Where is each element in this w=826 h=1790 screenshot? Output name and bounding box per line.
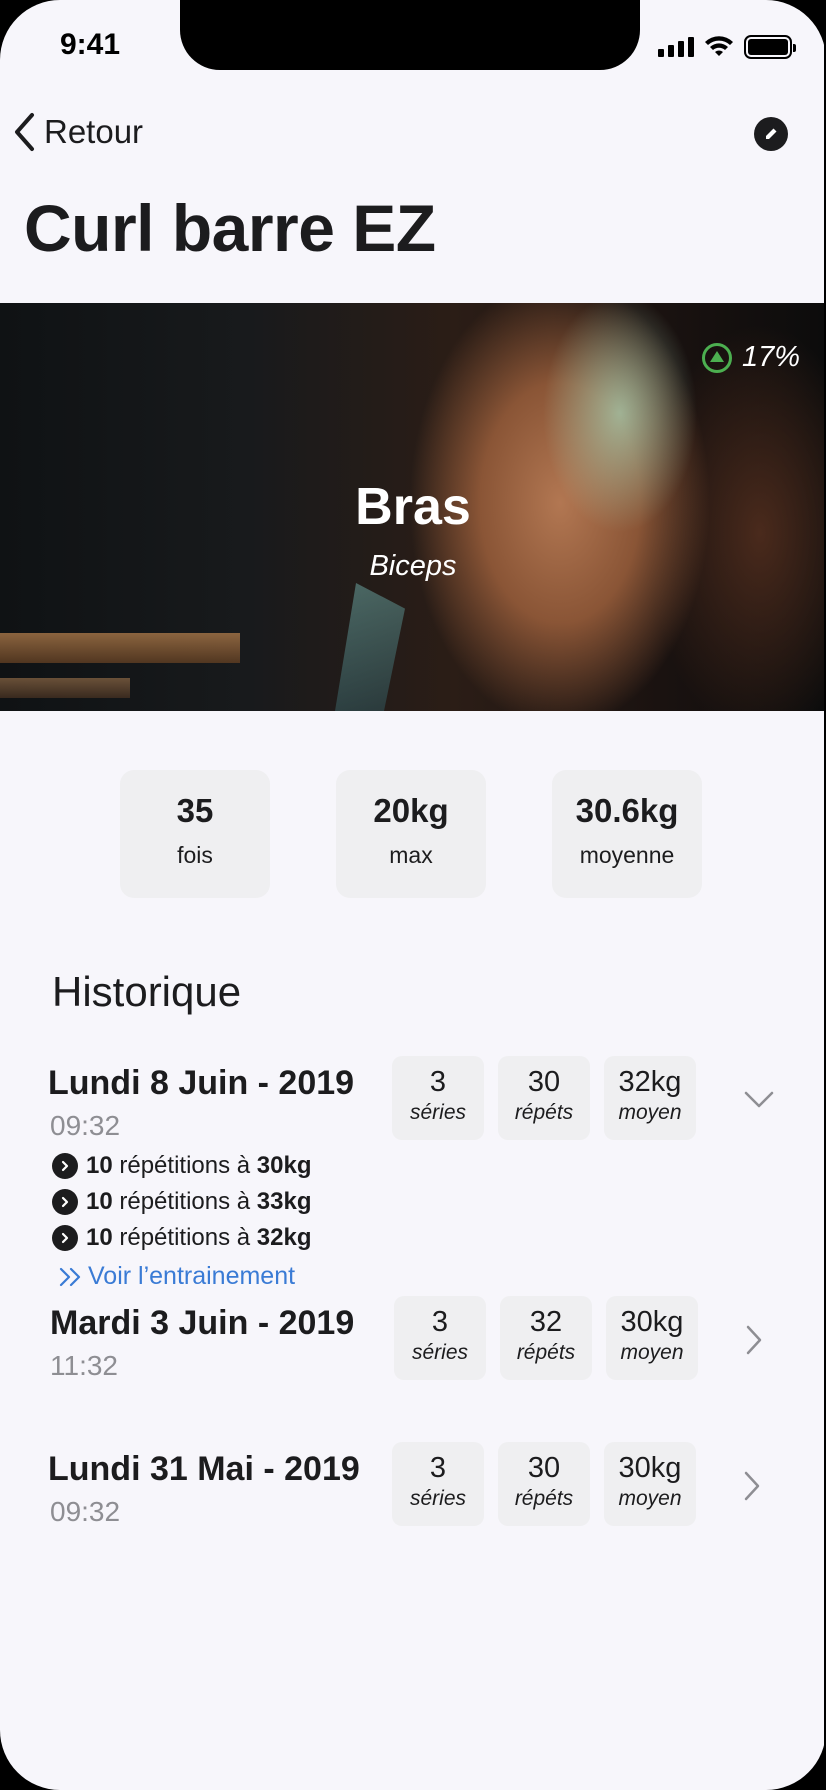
chip-label: répéts (514, 1101, 574, 1124)
muscle-subtitle: Biceps (369, 550, 457, 582)
chip-average: 32kg moyen (604, 1056, 696, 1140)
set-text: 10 répétitions à 33kg (86, 1188, 312, 1216)
stat-label: fois (177, 842, 213, 868)
back-button[interactable]: Retour (12, 112, 143, 152)
entry-date: Mardi 3 Juin - 2019 (50, 1304, 355, 1342)
entry-time: 09:32 (50, 1110, 121, 1141)
chip-series: 3 séries (392, 1442, 484, 1526)
set-text: 10 répétitions à 32kg (86, 1224, 312, 1252)
set-reps: 10 (86, 1152, 113, 1179)
stat-label: max (389, 842, 433, 868)
view-workout-link[interactable]: Voir l’entrainement (58, 1262, 295, 1291)
status-time: 9:41 (60, 28, 121, 61)
battery-icon (744, 35, 796, 59)
stat-value: 20kg (373, 792, 449, 829)
chip-value: 3 (431, 1306, 449, 1338)
set-row: 10 répétitions à 32kg (52, 1224, 312, 1252)
entry-time: 09:32 (50, 1496, 121, 1527)
pencil-icon (766, 128, 777, 139)
chip-label: répéts (514, 1487, 574, 1510)
page-title: Curl barre EZ (24, 191, 436, 265)
notch (180, 0, 640, 70)
chip-label: séries (409, 1101, 467, 1124)
chip-label: séries (411, 1341, 469, 1364)
set-row: 10 répétitions à 33kg (52, 1188, 312, 1216)
stat-value: 35 (176, 792, 214, 829)
chip-label: moyen (620, 1341, 684, 1364)
chip-value: 32 (529, 1306, 563, 1338)
set-label: répétitions à (112, 1188, 257, 1215)
chip-value: 32kg (618, 1066, 682, 1098)
chip-average: 30kg moyen (606, 1296, 698, 1380)
chip-value: 3 (429, 1066, 447, 1098)
chip-value: 30 (527, 1066, 561, 1098)
set-reps: 10 (86, 1188, 113, 1215)
history-title: Historique (52, 968, 242, 1015)
hero-shirt-decoration (335, 583, 405, 711)
edit-button[interactable] (754, 117, 788, 151)
chip-value: 3 (429, 1452, 447, 1484)
stat-value: 30.6kg (575, 792, 679, 829)
muscle-group-title: Bras (355, 478, 471, 536)
hero-bar-decoration-2 (0, 678, 130, 698)
stat-average: 30.6kg moyenne (552, 770, 702, 898)
chip-label: séries (409, 1487, 467, 1510)
chevron-right-circle-icon (52, 1153, 78, 1179)
hero-image: 17% Bras Biceps (0, 303, 826, 711)
chevron-left-icon (15, 113, 34, 151)
chevron-right-icon[interactable] (742, 1470, 762, 1502)
chevron-right-circle-icon (52, 1189, 78, 1215)
set-weight: 32kg (256, 1224, 312, 1251)
set-weight: 33kg (256, 1188, 312, 1215)
signal-icon (658, 37, 694, 57)
chip-label: moyen (618, 1487, 682, 1510)
chip-reps: 30 répéts (498, 1442, 590, 1526)
chip-reps: 30 répéts (498, 1056, 590, 1140)
entry-time: 11:32 (50, 1350, 118, 1381)
set-label: répétitions à (112, 1152, 257, 1179)
back-label: Retour (44, 113, 144, 150)
stat-count: 35 fois (120, 770, 270, 898)
set-weight: 30kg (256, 1152, 312, 1179)
stat-max: 20kg max (336, 770, 486, 898)
chip-series: 3 séries (392, 1056, 484, 1140)
view-workout-label: Voir l’entrainement (88, 1262, 296, 1290)
double-chevron-right-icon (59, 1267, 81, 1286)
set-row: 10 répétitions à 30kg (52, 1152, 312, 1180)
entry-date: Lundi 31 Mai - 2019 (48, 1450, 360, 1488)
entry-date: Lundi 8 Juin - 2019 (48, 1064, 355, 1102)
chip-value: 30kg (618, 1452, 682, 1484)
chip-value: 30kg (620, 1306, 684, 1338)
hero-bar-decoration (0, 633, 240, 663)
chip-value: 30 (527, 1452, 561, 1484)
progress-indicator: 17% (701, 341, 800, 374)
chip-series: 3 séries (394, 1296, 486, 1380)
arrow-up-circle-icon (701, 342, 732, 373)
stat-label: moyenne (579, 842, 675, 868)
set-text: 10 répétitions à 30kg (86, 1152, 312, 1180)
chevron-down-icon[interactable] (744, 1090, 774, 1110)
chevron-right-circle-icon (52, 1225, 78, 1251)
chip-reps: 32 répéts (500, 1296, 592, 1380)
progress-label: 17% (741, 341, 800, 373)
chip-label: moyen (618, 1101, 682, 1124)
chip-label: répéts (516, 1341, 576, 1364)
set-label: répétitions à (112, 1224, 257, 1251)
chip-average: 30kg moyen (604, 1442, 696, 1526)
set-reps: 10 (86, 1224, 113, 1251)
chevron-right-icon[interactable] (744, 1324, 764, 1356)
wifi-icon (705, 36, 733, 56)
status-icons (658, 34, 796, 60)
phone-screen: 9:41 Retour Curl barre EZ 17% Bras Bicep… (0, 0, 826, 1790)
